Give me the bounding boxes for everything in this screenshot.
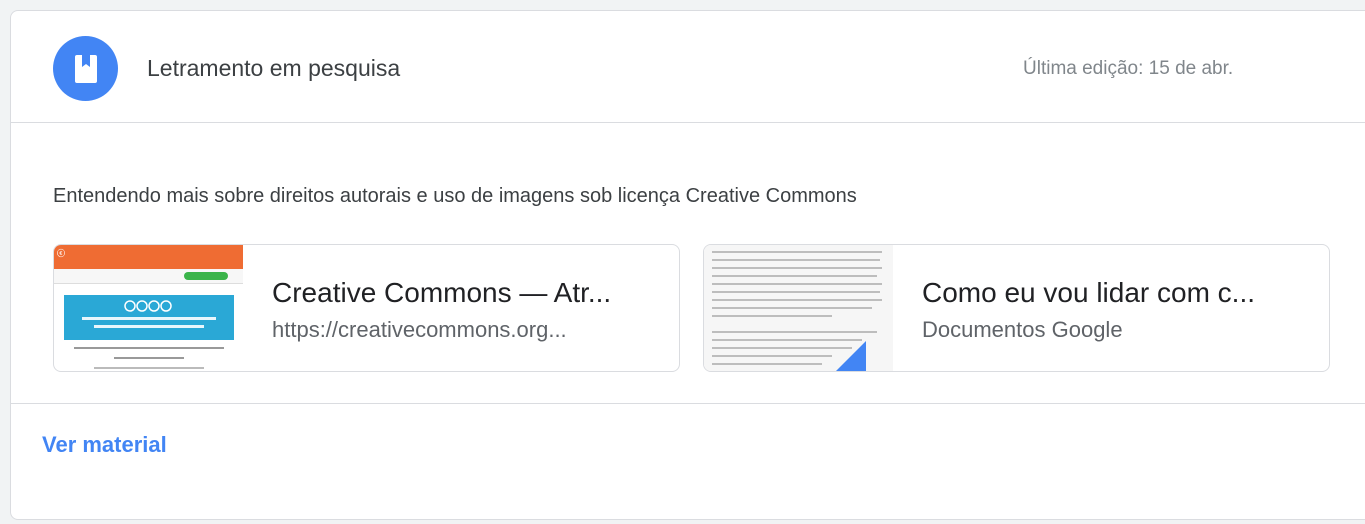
bookmark-icon — [74, 54, 97, 83]
attachment-card-creative-commons[interactable]: ⓒ Creative Commons — Atr... https://crea… — [53, 244, 680, 372]
card-header: Letramento em pesquisa Última edição: 15… — [11, 11, 1365, 123]
material-card: Letramento em pesquisa Última edição: 15… — [10, 10, 1365, 520]
material-avatar — [53, 36, 118, 101]
attachment-url: https://creativecommons.org... — [272, 317, 567, 342]
attachment-source: Documentos Google — [922, 317, 1123, 342]
creative-commons-thumbnail: ⓒ — [54, 245, 243, 371]
last-edited-text: Última edição: 15 de abr. — [1023, 58, 1234, 79]
attachment-title: Como eu vou lidar com c... — [922, 277, 1256, 308]
material-description: Entendendo mais sobre direitos autorais … — [53, 185, 857, 207]
card-footer — [11, 403, 1365, 524]
attachment-card-google-doc[interactable]: Como eu vou lidar com c... Documentos Go… — [703, 244, 1330, 372]
google-docs-icon — [836, 341, 866, 371]
material-title[interactable]: Letramento em pesquisa — [147, 55, 400, 82]
attachment-title: Creative Commons — Atr... — [272, 277, 612, 308]
google-doc-thumbnail — [704, 245, 893, 371]
creative-commons-logo-icon: ⓒ — [57, 249, 65, 258]
view-material-link[interactable]: Ver material — [42, 432, 167, 458]
